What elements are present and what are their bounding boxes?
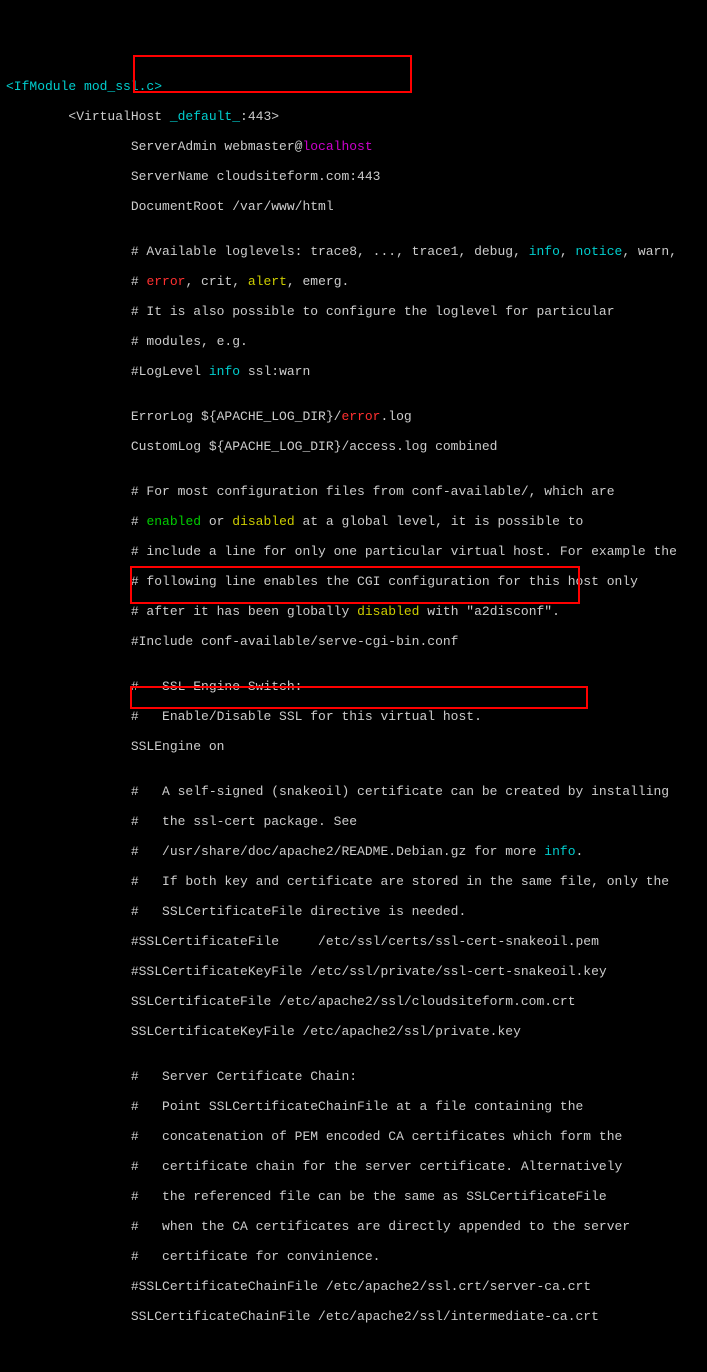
chain-4: # certificate chain for the server certi… [6, 1159, 622, 1174]
include-comment: #Include conf-available/serve-cgi-bin.co… [6, 634, 458, 649]
disabled-token-2: disabled [357, 604, 419, 619]
conf-comment-4: # following line enables the CGI configu… [6, 574, 638, 589]
loglevel-directive-c: ssl:warn [240, 364, 310, 379]
sslkeyfile-line: SSLCertificateKeyFile /etc/apache2/ssl/p… [6, 1024, 521, 1039]
snakeoil-3a: # /usr/share/doc/apache2/README.Debian.g… [6, 844, 544, 859]
loglevels2-a: # [6, 274, 146, 289]
alert-token: alert [248, 274, 287, 289]
conf-comment-1: # For most configuration files from conf… [6, 484, 615, 499]
snakeoil-2: # the ssl-cert package. See [6, 814, 357, 829]
chainfile-line: SSLCertificateChainFile /etc/apache2/ssl… [6, 1309, 599, 1324]
conf-comment-2a: # [6, 514, 146, 529]
info-token-2: info [209, 364, 240, 379]
error-token-1: error [146, 274, 185, 289]
loglevels-comment-e: , warn, [622, 244, 677, 259]
notice-token: notice [576, 244, 623, 259]
snakeoil-3c: . [576, 844, 584, 859]
conf-comment-5c: with "a2disconf". [419, 604, 559, 619]
chain-2: # Point SSLCertificateChainFile at a fil… [6, 1099, 583, 1114]
sslkeyfile-comment: #SSLCertificateKeyFile /etc/ssl/private/… [6, 964, 607, 979]
ssl-switch-1: # SSL Engine Switch: [6, 679, 302, 694]
loglevels2-e: , emerg. [287, 274, 349, 289]
chain-1: # Server Certificate Chain: [6, 1069, 357, 1084]
snakeoil-1: # A self-signed (snakeoil) certificate c… [6, 784, 669, 799]
chainfile-comment: #SSLCertificateChainFile /etc/apache2/ss… [6, 1279, 591, 1294]
virtualhost-open-post: :443> [240, 109, 279, 124]
snakeoil-4: # If both key and certificate are stored… [6, 874, 669, 889]
ssl-switch-2: # Enable/Disable SSL for this virtual ho… [6, 709, 482, 724]
conf-comment-3: # include a line for only one particular… [6, 544, 677, 559]
loglevels-comment-c: , [560, 244, 576, 259]
sslengine-line: SSLEngine on [6, 739, 224, 754]
loglevels-comment-a: # Available loglevels: trace8, ..., trac… [6, 244, 529, 259]
documentroot-line: DocumentRoot /var/www/html [6, 199, 334, 214]
ifmodule-open: <IfModule mod_ssl.c> [6, 79, 162, 94]
chain-3: # concatenation of PEM encoded CA certif… [6, 1129, 622, 1144]
sslcertfile-line: SSLCertificateFile /etc/apache2/ssl/clou… [6, 994, 576, 1009]
errorlog-c: .log [380, 409, 411, 424]
disabled-token-1: disabled [232, 514, 294, 529]
default-token: _default_ [170, 109, 240, 124]
conf-comment-2e: at a global level, it is possible to [295, 514, 584, 529]
code-viewport: { "config": { "l1": "<IfModule mod_ssl.c… [6, 19, 701, 1372]
serveradmin-pre: ServerAdmin webmaster@ [6, 139, 302, 154]
snakeoil-5: # SSLCertificateFile directive is needed… [6, 904, 466, 919]
loglevels2-c: , crit, [185, 274, 247, 289]
errorlog-a: ErrorLog ${APACHE_LOG_DIR}/ [6, 409, 341, 424]
localhost-token: localhost [302, 139, 372, 154]
info-token-3: info [544, 844, 575, 859]
customlog-line: CustomLog ${APACHE_LOG_DIR}/access.log c… [6, 439, 497, 454]
sslcertfile-comment: #SSLCertificateFile /etc/ssl/certs/ssl-c… [6, 934, 599, 949]
info-token-1: info [529, 244, 560, 259]
servername-line: ServerName cloudsiteform.com:443 [6, 169, 380, 184]
chain-5: # the referenced file can be the same as… [6, 1189, 607, 1204]
enabled-token: enabled [146, 514, 201, 529]
chain-6: # when the CA certificates are directly … [6, 1219, 630, 1234]
loglevel-comment-3: # It is also possible to configure the l… [6, 304, 615, 319]
conf-comment-2c: or [201, 514, 232, 529]
conf-comment-5a: # after it has been globally [6, 604, 357, 619]
chain-7: # certificate for convinience. [6, 1249, 380, 1264]
virtualhost-open-pre: <VirtualHost [6, 109, 170, 124]
loglevel-directive-a: #LogLevel [6, 364, 209, 379]
error-token-2: error [341, 409, 380, 424]
loglevel-comment-4: # modules, e.g. [6, 334, 248, 349]
